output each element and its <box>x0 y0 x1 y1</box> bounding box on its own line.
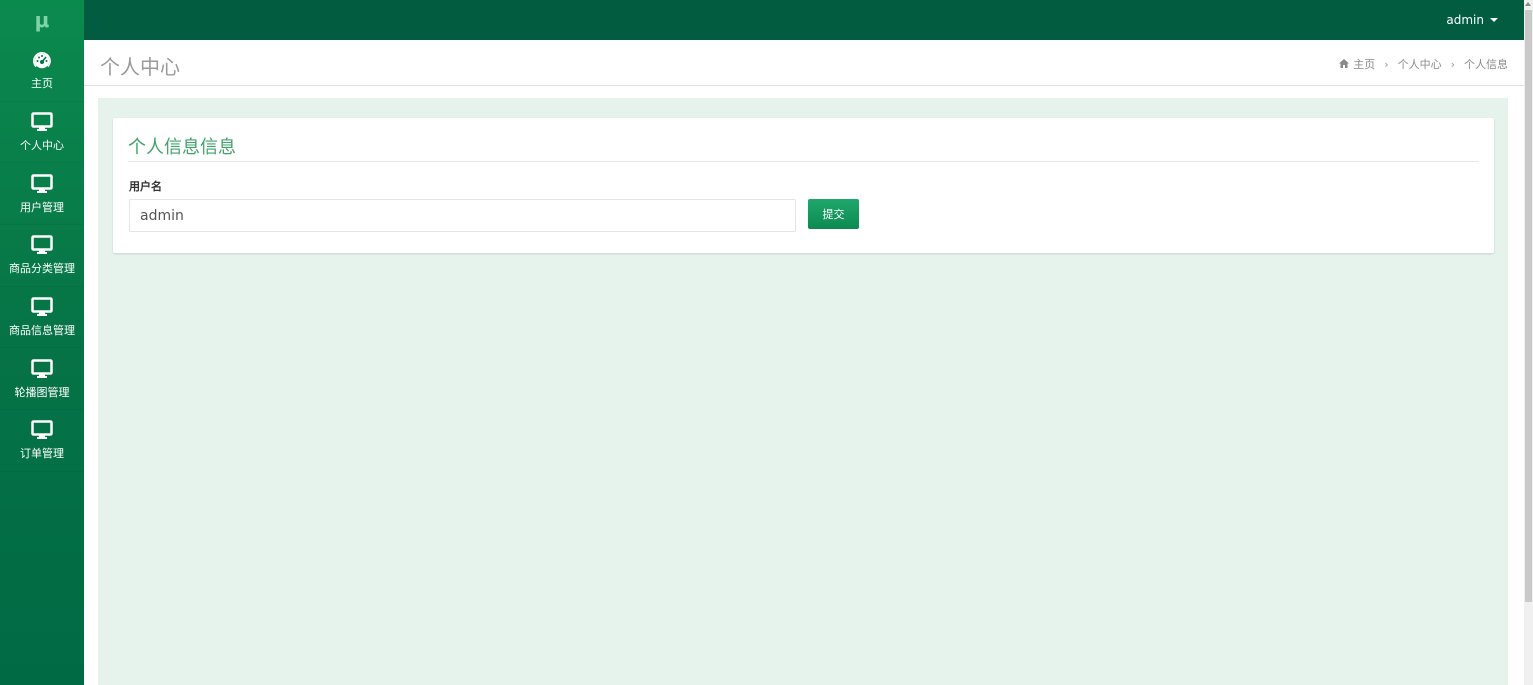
username-field-label: 用户名 <box>129 180 162 193</box>
main-content: 个人信息信息 用户名 提交 <box>98 98 1508 685</box>
app-logo[interactable]: μ <box>0 0 84 40</box>
card-divider <box>128 161 1479 162</box>
monitor-icon <box>31 419 53 441</box>
page-title: 个人中心 <box>100 55 180 79</box>
breadcrumb-home[interactable]: 主页 <box>1353 56 1375 72</box>
sidebar-item-label: 商品信息管理 <box>9 324 75 338</box>
sidebar-item-order-management[interactable]: 订单管理 <box>0 410 84 472</box>
caret-down-icon <box>1490 18 1498 22</box>
sidebar-item-home[interactable]: 主页 <box>0 40 84 102</box>
sidebar-item-product-management[interactable]: 商品信息管理 <box>0 287 84 349</box>
chevron-right-icon: › <box>1450 57 1455 71</box>
vertical-scrollbar[interactable] <box>1524 0 1533 685</box>
chevron-right-icon: › <box>1384 57 1389 71</box>
sidebar-item-label: 个人中心 <box>20 139 64 153</box>
breadcrumb: 主页 › 个人中心 › 个人信息 <box>1339 56 1508 72</box>
username-input[interactable] <box>129 199 796 232</box>
sidebar-item-carousel-management[interactable]: 轮播图管理 <box>0 348 84 411</box>
sidebar-item-label: 轮播图管理 <box>14 385 70 399</box>
sidebar-item-category-management[interactable]: 商品分类管理 <box>0 225 84 287</box>
sidebar-item-label: 用户管理 <box>20 200 64 214</box>
monitor-icon <box>31 358 53 380</box>
monitor-icon <box>31 296 53 318</box>
breadcrumb-current: 个人信息 <box>1464 58 1508 71</box>
dashboard-icon <box>31 49 53 71</box>
scroll-up-icon[interactable] <box>1525 2 1531 6</box>
scroll-thumb[interactable] <box>1525 10 1532 602</box>
top-navbar: admin <box>84 0 1524 40</box>
sidebar-item-label: 主页 <box>31 77 53 91</box>
monitor-icon <box>31 173 53 195</box>
sidebar-item-user-management[interactable]: 用户管理 <box>0 163 84 226</box>
page-header: 个人中心 主页 › 个人中心 › 个人信息 <box>84 40 1524 86</box>
sidebar-item-label: 订单管理 <box>20 447 64 461</box>
monitor-icon <box>31 111 53 133</box>
monitor-icon <box>31 234 53 256</box>
card-title: 个人信息信息 <box>128 137 236 158</box>
sidebar: μ 主页 个人中心 用户管理 商品分类管理 商品信息管理 轮播图管理 订单管理 <box>0 0 84 685</box>
home-icon <box>1339 58 1350 71</box>
sidebar-item-personal-center[interactable]: 个人中心 <box>0 102 84 164</box>
user-menu-dropdown[interactable]: admin <box>1446 0 1498 40</box>
username-label: admin <box>1446 13 1484 27</box>
submit-button[interactable]: 提交 <box>808 199 859 229</box>
sidebar-item-label: 商品分类管理 <box>9 262 75 276</box>
breadcrumb-personal-center[interactable]: 个人中心 <box>1398 56 1442 72</box>
profile-card: 个人信息信息 用户名 提交 <box>113 118 1494 253</box>
